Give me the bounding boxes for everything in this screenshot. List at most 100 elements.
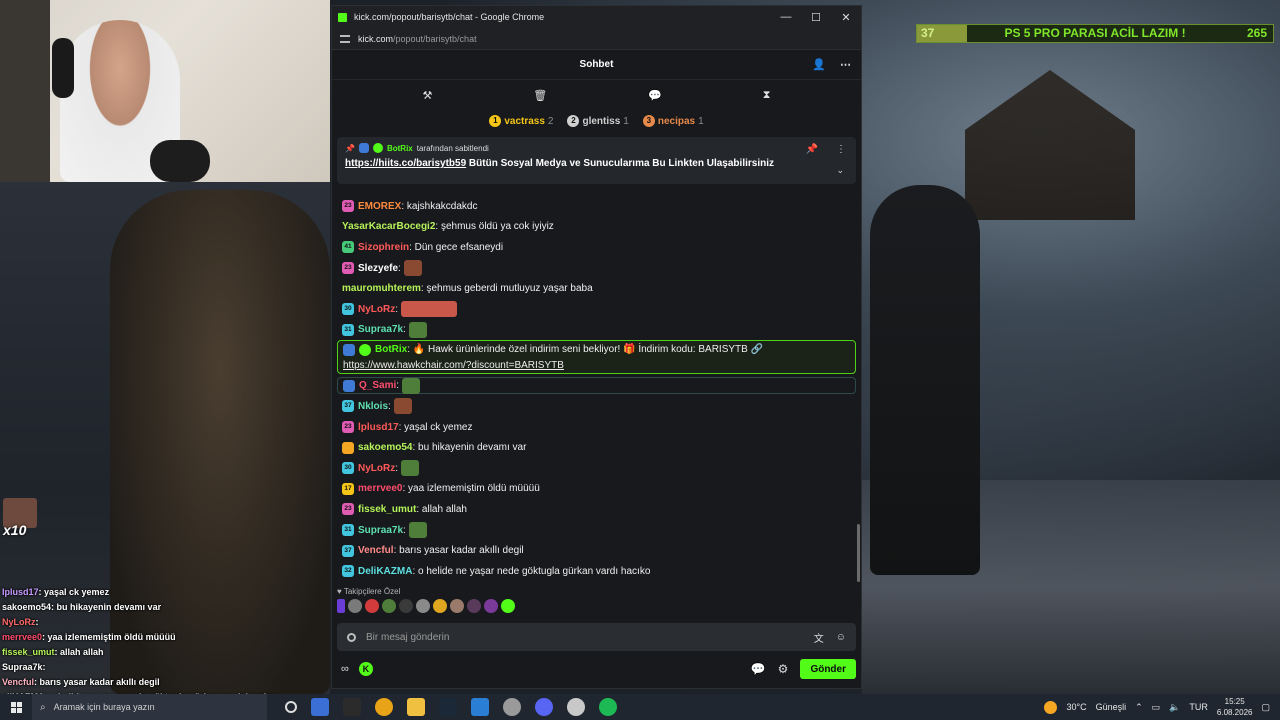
gear-icon[interactable]: ⚙ bbox=[778, 662, 789, 676]
emote-icon[interactable] bbox=[433, 599, 447, 613]
chat-username[interactable]: Supraa7k bbox=[358, 324, 403, 335]
chat-username[interactable]: NyLoRz bbox=[358, 304, 395, 315]
pinned-more-icon[interactable]: ⋮ bbox=[836, 144, 846, 155]
unpin-icon[interactable]: 📌 bbox=[806, 144, 818, 155]
chat-message[interactable]: 30 NyLoRz: bbox=[337, 458, 856, 479]
emote-l-icon[interactable] bbox=[337, 599, 345, 613]
chat-text: : şehmus geberdi mutluyuz yaşar baba bbox=[420, 283, 593, 295]
notification-icon[interactable]: ▢ bbox=[1261, 702, 1270, 713]
chat-username[interactable]: Nklois bbox=[358, 401, 388, 412]
chat-username[interactable]: mauromuhterem bbox=[342, 283, 421, 294]
chrome-icon[interactable] bbox=[375, 698, 393, 716]
chat-username[interactable]: lplusd17 bbox=[358, 422, 399, 433]
address-bar[interactable]: kick.com/popout/barisytb/chat bbox=[332, 28, 861, 50]
emote-icon[interactable] bbox=[365, 599, 379, 613]
volume-icon[interactable]: 🔈 bbox=[1169, 702, 1180, 713]
chat-username[interactable]: DeliKAZMA bbox=[358, 566, 412, 577]
chat-message[interactable]: Q_Sami: bbox=[337, 377, 856, 395]
app-icon[interactable] bbox=[311, 698, 329, 716]
emote-icon[interactable] bbox=[348, 599, 362, 613]
chat-username[interactable]: sakoemo54 bbox=[358, 442, 412, 453]
file-explorer-icon[interactable] bbox=[407, 698, 425, 716]
chat-message[interactable]: 31 Supraa7k: bbox=[337, 320, 856, 341]
emote-icon[interactable] bbox=[416, 599, 430, 613]
chat-username[interactable]: Sizophrein bbox=[358, 242, 409, 253]
chat-message[interactable]: 37 Vencful: barıs yasar kadar akıllı degi… bbox=[337, 540, 856, 561]
start-button[interactable] bbox=[0, 701, 32, 713]
app-icon[interactable] bbox=[471, 698, 489, 716]
chat-message[interactable]: 23 fissek_umut: allah allah bbox=[337, 499, 856, 520]
chat-scrollbar[interactable] bbox=[857, 524, 860, 582]
close-button[interactable]: ✕ bbox=[831, 11, 861, 24]
chat-username[interactable]: BotRix bbox=[375, 344, 407, 355]
chat-message[interactable]: mauromuhterem: şehmus geberdi mutluyuz y… bbox=[337, 278, 856, 299]
chat-bubble-icon[interactable]: 💬 bbox=[751, 662, 766, 676]
emote-icon[interactable] bbox=[467, 599, 481, 613]
chat-message[interactable]: 32 DeliKAZMA: o helide ne yaşar nede gökt… bbox=[337, 561, 856, 582]
translate-icon[interactable]: 文 bbox=[814, 630, 824, 645]
chat-username[interactable]: Vencful bbox=[358, 545, 394, 556]
emote-icon[interactable] bbox=[399, 599, 413, 613]
chat-username[interactable]: Supraa7k bbox=[358, 525, 403, 536]
chat-username[interactable]: YasarKacarBocegi2 bbox=[342, 221, 435, 232]
chat-username[interactable]: Slezyefe bbox=[358, 263, 398, 274]
chat-message[interactable]: 23 Slezyefe: bbox=[337, 258, 856, 279]
chat-username[interactable]: NyLoRz bbox=[358, 463, 395, 474]
chat-username[interactable]: fissek_umut bbox=[358, 504, 416, 515]
minimize-button[interactable]: — bbox=[771, 11, 801, 23]
task-view-icon[interactable] bbox=[285, 701, 297, 713]
emote-icon[interactable] bbox=[382, 599, 396, 613]
pinned-by-user[interactable]: BotRix bbox=[387, 144, 413, 153]
leaderboard-entry[interactable]: 2 glentiss 1 bbox=[567, 115, 629, 127]
network-icon[interactable]: ▭ bbox=[1152, 702, 1161, 713]
site-settings-icon[interactable] bbox=[340, 34, 350, 43]
chat-bubble-icon[interactable]: 💬 bbox=[648, 89, 662, 102]
leaderboard-entry[interactable]: 1 vactrass 2 bbox=[489, 115, 553, 127]
chevron-up-icon[interactable]: ⌃ bbox=[1135, 702, 1143, 713]
chevron-down-icon[interactable]: ⌄ bbox=[836, 165, 844, 176]
chrome-active-icon[interactable] bbox=[567, 698, 585, 716]
calculator-icon[interactable] bbox=[343, 698, 361, 716]
chat-username[interactable]: Q_Sami bbox=[359, 380, 396, 391]
kick-logo-icon[interactable]: K bbox=[358, 662, 373, 676]
chat-message[interactable]: 23 lplusd17: yaşal ck yemez bbox=[337, 417, 856, 438]
bot-promo-message[interactable]: BotRix: 🔥 Hawk ürünlerinde özel indirim … bbox=[337, 340, 856, 375]
chat-input-box[interactable]: 文 ☺ bbox=[337, 623, 856, 651]
hammer-icon[interactable]: ⚒ bbox=[422, 89, 432, 102]
emote-icon[interactable] bbox=[484, 599, 498, 613]
emote-icon[interactable] bbox=[501, 599, 515, 613]
chat-message[interactable]: 30 NyLoRz: bbox=[337, 299, 856, 320]
chat-message[interactable]: sakoemo54: bu hikayenin devamı var bbox=[337, 437, 856, 458]
leaderboard-entry[interactable]: 3 necipas 1 bbox=[642, 115, 704, 127]
user-settings-icon[interactable]: 👤 bbox=[812, 58, 826, 71]
chat-username[interactable]: EMOREX bbox=[358, 201, 401, 212]
pinned-link[interactable]: https://hiits.co/barisytb59 bbox=[345, 158, 466, 169]
chat-message[interactable]: 17 merrvee0: yaa izlememiştim öldü müüüü bbox=[337, 479, 856, 500]
chat-message[interactable]: 31 Supraa7k: bbox=[337, 520, 856, 541]
clock[interactable]: 15:25 6.08.2026 bbox=[1217, 696, 1253, 718]
channel-points-icon[interactable]: ∞ bbox=[341, 663, 349, 675]
maximize-button[interactable]: ☐ bbox=[801, 11, 831, 24]
steam-icon[interactable] bbox=[439, 698, 457, 716]
chat-message[interactable]: 41 Sizophrein: Dün gece efsaneydi bbox=[337, 237, 856, 258]
chat-message[interactable]: 23 EMOREX: kajshkakcdakdc bbox=[337, 196, 856, 217]
leader-name: vactrass bbox=[504, 115, 545, 127]
hourglass-icon[interactable]: ⧗ bbox=[763, 89, 771, 102]
app-icon[interactable] bbox=[503, 698, 521, 716]
more-options-icon[interactable]: ⋯ bbox=[840, 58, 851, 71]
spotify-icon[interactable] bbox=[599, 698, 617, 716]
discord-icon[interactable] bbox=[535, 698, 553, 716]
chat-message-input[interactable] bbox=[366, 631, 802, 643]
weather-icon[interactable] bbox=[1044, 700, 1058, 714]
emote-icon[interactable] bbox=[450, 599, 464, 613]
language-indicator[interactable]: TUR bbox=[1189, 702, 1208, 712]
emoji-icon[interactable]: ☺ bbox=[836, 632, 846, 643]
send-button[interactable]: Gönder bbox=[800, 659, 856, 679]
taskbar-search[interactable]: ⌕ Aramak için buraya yazın bbox=[32, 694, 267, 720]
promo-link[interactable]: https://www.hawkchair.com/?discount=BARI… bbox=[343, 360, 855, 371]
chat-message[interactable]: 37 Nklois: bbox=[337, 396, 856, 417]
chat-message[interactable]: YasarKacarBocegi2: şehmus öldü ya cok iy… bbox=[337, 217, 856, 238]
emote-picker-icon[interactable] bbox=[347, 632, 356, 642]
trash-icon[interactable]: 🗑 bbox=[533, 89, 547, 102]
chat-username[interactable]: merrvee0 bbox=[358, 483, 402, 494]
